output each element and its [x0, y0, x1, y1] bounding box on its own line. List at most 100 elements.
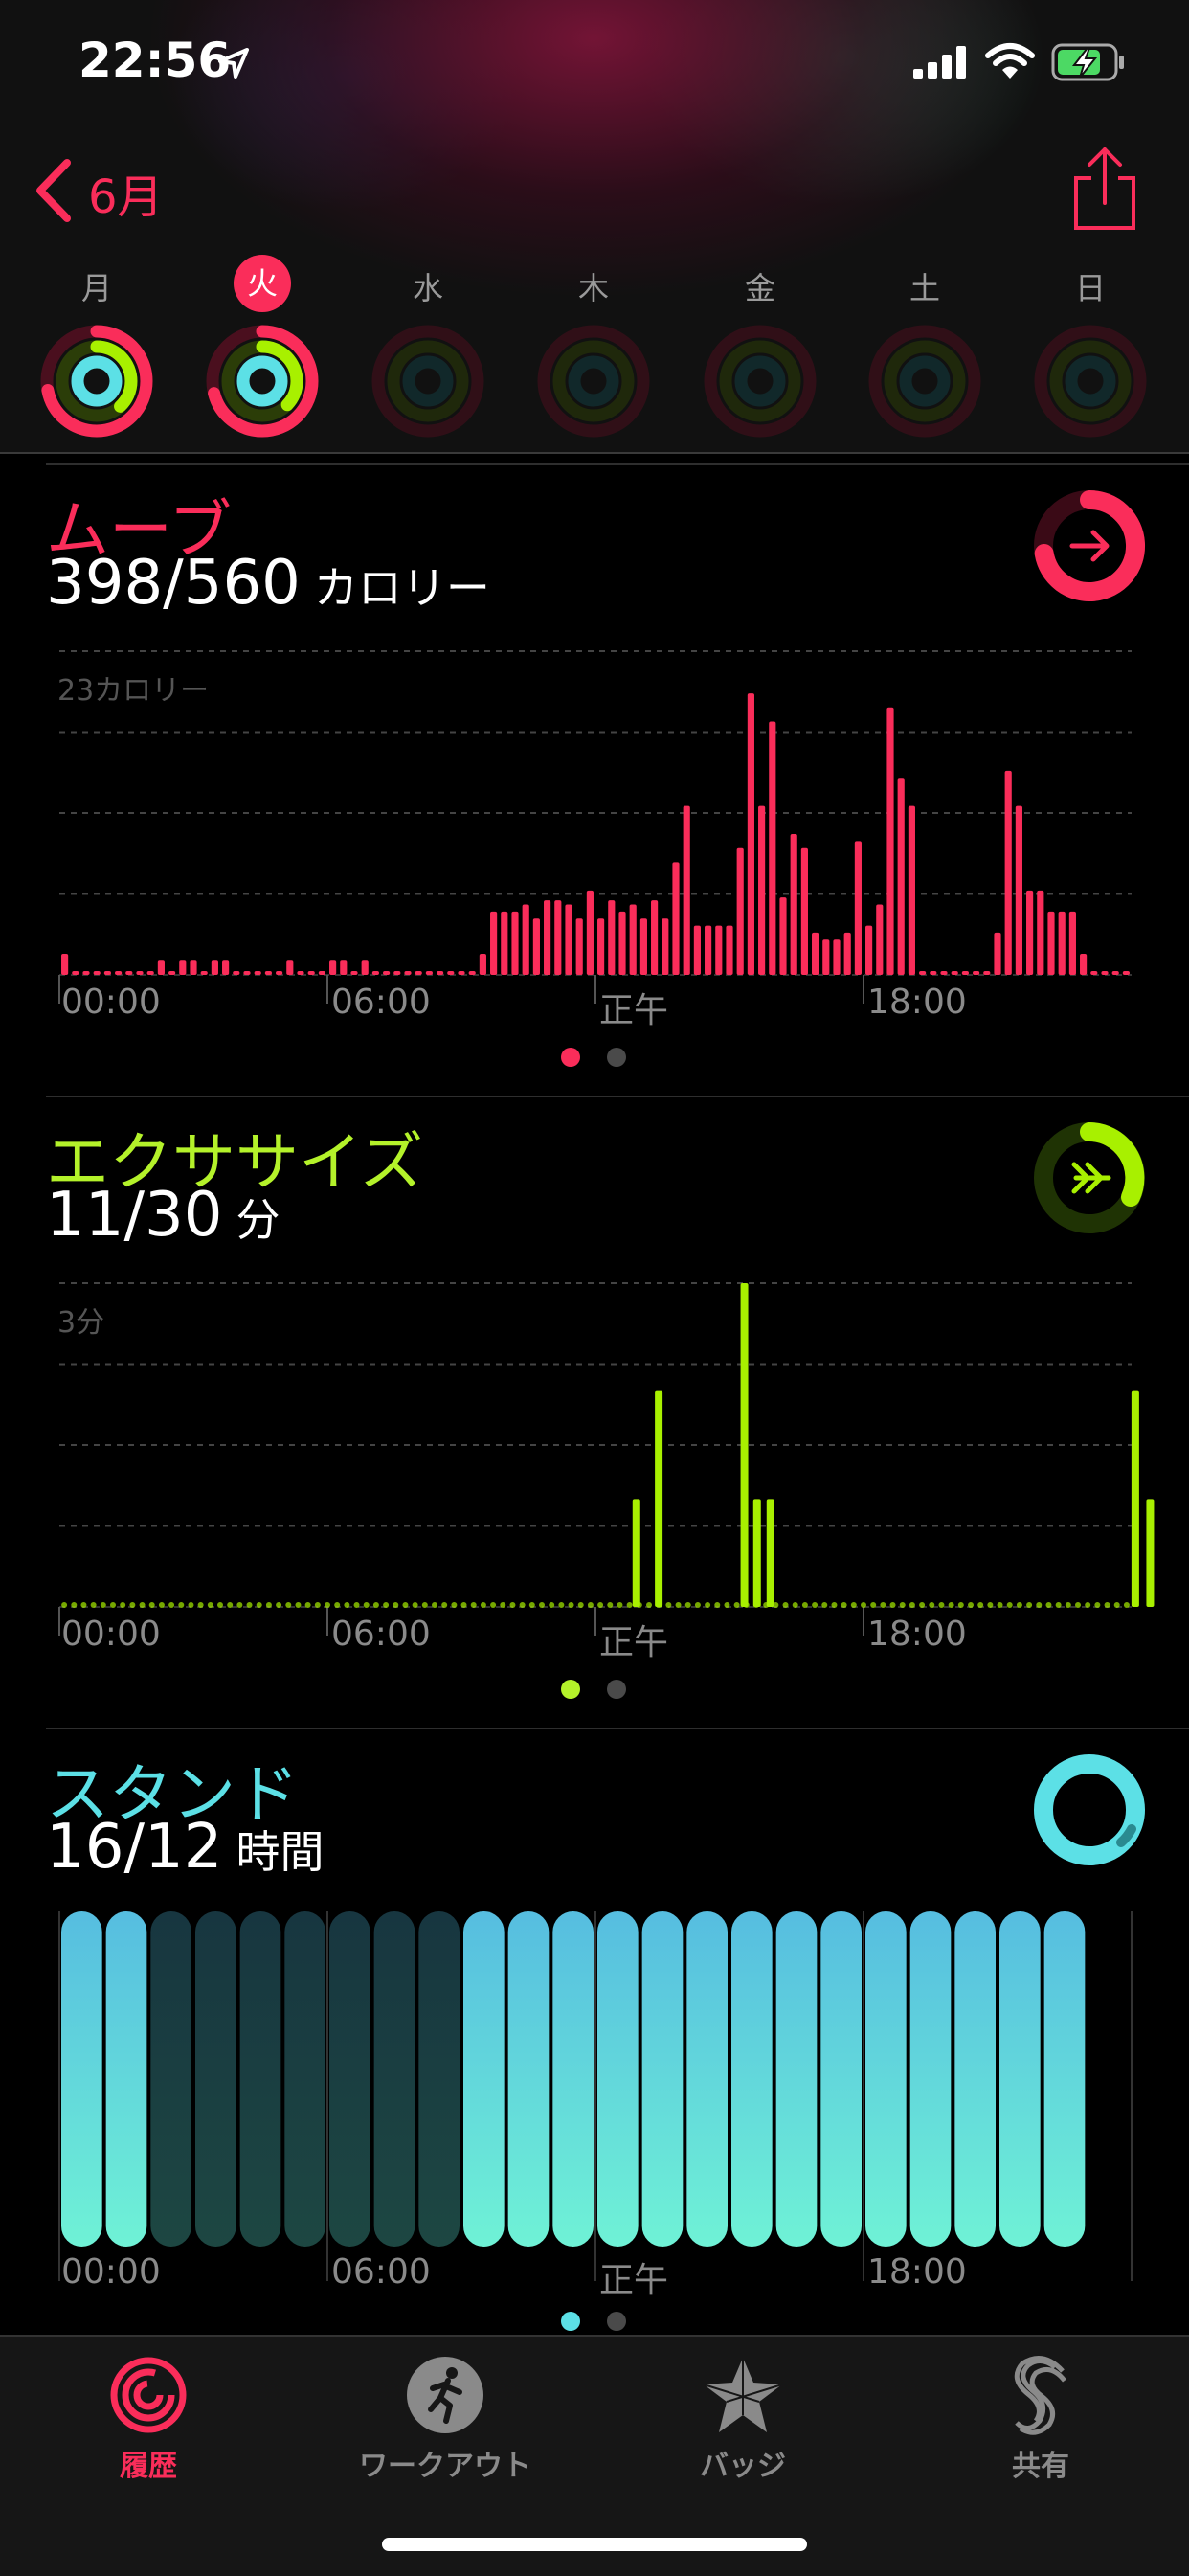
- move-bar: [994, 932, 1001, 975]
- day-label-1[interactable]: 火: [224, 255, 301, 312]
- stand-bar-inactive: [239, 1911, 281, 2247]
- move-bar: [715, 925, 723, 975]
- move-bar: [243, 971, 251, 975]
- tab-history-label[interactable]: 履歴: [5, 2442, 292, 2484]
- exercise-baseline-dot: [568, 1602, 574, 1608]
- tab-sharing-label[interactable]: 共有: [897, 2442, 1184, 2484]
- exercise-baseline-dot: [363, 1602, 370, 1608]
- move-bar: [350, 971, 358, 975]
- exercise-baseline-dot: [276, 1602, 282, 1608]
- stand-bar-active: [775, 1911, 818, 2247]
- exercise-page-dots[interactable]: [561, 1680, 626, 1699]
- day-activity-rings-5[interactable]: [865, 322, 984, 441]
- day-activity-rings-6[interactable]: [1031, 322, 1150, 441]
- move-value-number: 398/560: [46, 548, 301, 619]
- exercise-bar: [752, 1499, 761, 1607]
- exercise-baseline-dot: [587, 1602, 594, 1608]
- move-x-tick-1: 06:00: [331, 983, 431, 1022]
- page-dot-active[interactable]: [561, 1680, 580, 1699]
- exercise-baseline-dot: [792, 1602, 798, 1608]
- day-activity-rings-4[interactable]: [701, 322, 819, 441]
- page-dot[interactable]: [607, 1680, 626, 1699]
- day-label-3[interactable]: 木: [555, 264, 632, 308]
- stand-bar-active: [641, 1911, 684, 2247]
- page-dot-active[interactable]: [561, 1048, 580, 1067]
- day-activity-rings-0[interactable]: [37, 322, 156, 441]
- move-bar: [307, 971, 315, 975]
- move-value: 398/560 カロリー: [46, 548, 490, 619]
- page-dot[interactable]: [607, 2312, 626, 2331]
- stand-bar-inactive: [373, 1911, 415, 2247]
- tab-badges-label[interactable]: バッジ: [599, 2442, 886, 2484]
- exercise-baseline-dot: [1075, 1602, 1081, 1608]
- exercise-baseline-dot: [968, 1602, 974, 1608]
- move-bar: [662, 918, 669, 975]
- history-rings-icon: [110, 2357, 187, 2433]
- exercise-baseline-dot: [265, 1602, 272, 1608]
- day-activity-rings-1[interactable]: [203, 322, 322, 441]
- home-indicator[interactable]: [382, 2538, 807, 2551]
- exercise-baseline-dot: [850, 1602, 857, 1608]
- day-activity-rings-3[interactable]: [534, 322, 653, 441]
- exercise-baseline-dot: [168, 1602, 175, 1608]
- exercise-x-tick-3: 18:00: [867, 1615, 967, 1654]
- exercise-baseline-dot: [217, 1602, 223, 1608]
- day-label-0[interactable]: 月: [58, 264, 135, 308]
- move-x-tick-2: 正午: [599, 991, 669, 1030]
- exercise-ring-button[interactable]: [1032, 1120, 1147, 1235]
- day-activity-rings-2[interactable]: [369, 322, 487, 441]
- move-ring-button[interactable]: [1032, 488, 1147, 603]
- exercise-unit: 分: [236, 1194, 280, 1246]
- exercise-baseline-dot: [733, 1602, 740, 1608]
- day-label-5[interactable]: 土: [886, 264, 963, 308]
- exercise-baseline-dot: [539, 1602, 545, 1608]
- day-label-2[interactable]: 水: [390, 264, 466, 308]
- move-bar: [222, 960, 230, 975]
- exercise-baseline-dot: [295, 1602, 302, 1608]
- move-bar: [876, 904, 884, 975]
- exercise-value: 11/30 分: [46, 1180, 280, 1251]
- day-label-4[interactable]: 金: [722, 264, 798, 308]
- tab-workout[interactable]: [302, 2354, 589, 2440]
- tab-history[interactable]: [5, 2354, 292, 2440]
- share-icon[interactable]: [1070, 146, 1139, 232]
- page-dot[interactable]: [607, 1048, 626, 1067]
- exercise-baseline-dot: [344, 1602, 350, 1608]
- move-bar: [168, 971, 176, 975]
- cellular-signal-icon: [913, 46, 966, 79]
- page-dot-active[interactable]: [561, 2312, 580, 2331]
- exercise-baseline-dot: [705, 1602, 711, 1608]
- day-label-6[interactable]: 日: [1052, 264, 1129, 308]
- stand-bar-inactive: [284, 1911, 325, 2247]
- stand-page-dots[interactable]: [561, 2312, 626, 2331]
- exercise-baseline-dot: [500, 1602, 506, 1608]
- arrow-up-icon: [1073, 1790, 1106, 1830]
- tab-workout-label[interactable]: ワークアウト: [302, 2442, 589, 2484]
- ring-progress: [71, 355, 123, 407]
- day-label-active[interactable]: 火: [234, 255, 291, 312]
- stand-bar-active: [463, 1911, 505, 2247]
- move-bar: [211, 960, 218, 975]
- exercise-baseline-dot: [460, 1602, 467, 1608]
- stand-chart: [58, 1911, 1133, 2281]
- move-bar: [361, 960, 369, 975]
- section-divider: [46, 463, 1189, 465]
- tab-sharing[interactable]: [897, 2354, 1184, 2440]
- tab-badges[interactable]: [599, 2354, 886, 2440]
- exercise-baseline-dot: [120, 1602, 126, 1608]
- move-page-dots[interactable]: [561, 1048, 626, 1067]
- stand-ring-button[interactable]: [1032, 1752, 1147, 1867]
- move-bar: [501, 911, 508, 975]
- exercise-baseline-dot: [178, 1602, 185, 1608]
- exercise-baseline-dot: [372, 1602, 379, 1608]
- move-bar: [447, 971, 455, 975]
- stand-bar-active: [105, 1911, 147, 2247]
- exercise-baseline-dot: [782, 1602, 789, 1608]
- exercise-baseline-dot: [1055, 1602, 1062, 1608]
- exercise-x-tick-0: 00:00: [61, 1615, 161, 1654]
- move-bar: [683, 805, 690, 975]
- back-button[interactable]: 6月: [88, 159, 164, 226]
- header-divider: [0, 452, 1189, 454]
- back-chevron-icon[interactable]: [33, 159, 75, 222]
- stand-bar-inactive: [195, 1911, 236, 2247]
